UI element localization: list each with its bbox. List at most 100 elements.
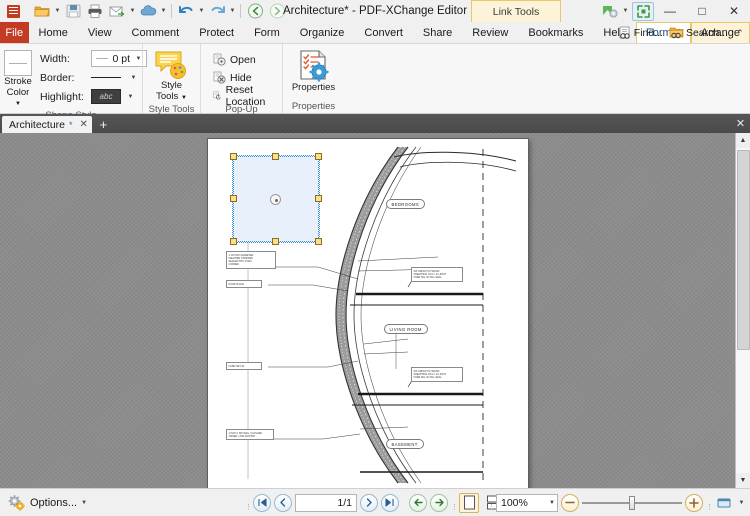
redo-icon[interactable] xyxy=(206,1,228,21)
ribbon-group-properties: Properties Properties xyxy=(282,44,344,113)
document-viewport[interactable]: BEDROOMS LIVING ROOM BASEMENT 1 1/2 INCH… xyxy=(0,133,750,488)
tab-form[interactable]: Form xyxy=(244,22,290,43)
collapse-ribbon-icon[interactable]: ⌃ xyxy=(732,28,748,39)
style-tools-label-line2: Tools ▼ xyxy=(156,91,187,102)
scrollbar-thumb[interactable] xyxy=(736,150,750,350)
gear-icon xyxy=(8,494,26,511)
email-dropdown-icon[interactable]: ▼ xyxy=(128,1,137,21)
border-label: Border: xyxy=(40,71,75,84)
toolbar-gripper-fit[interactable]: ⋮ xyxy=(706,495,713,511)
toolbar-gripper-zoom[interactable]: ⋮ xyxy=(488,495,495,511)
maximize-button[interactable]: □ xyxy=(686,0,718,22)
zoom-in-button[interactable] xyxy=(685,493,703,512)
single-page-layout-button[interactable] xyxy=(459,492,479,513)
close-document-button[interactable]: ✕ xyxy=(733,116,748,131)
zoom-slider[interactable] xyxy=(582,494,682,512)
resize-handle-sw[interactable] xyxy=(229,238,237,245)
properties-button[interactable]: Properties xyxy=(287,47,341,94)
scroll-up-icon[interactable]: ▲ xyxy=(735,133,750,148)
resize-handle-nw[interactable] xyxy=(229,153,237,160)
customize-toolbar-icon[interactable] xyxy=(599,1,621,21)
undo-icon[interactable] xyxy=(175,1,197,21)
options-button[interactable]: Options... ▼ xyxy=(4,494,91,511)
fit-page-button[interactable] xyxy=(714,493,734,513)
tab-comment[interactable]: Comment xyxy=(122,22,190,43)
cloud-icon[interactable] xyxy=(137,1,159,21)
redo-dropdown-icon[interactable]: ▼ xyxy=(228,1,237,21)
tab-view[interactable]: View xyxy=(78,22,122,43)
print-icon[interactable] xyxy=(84,1,106,21)
popup-open-button[interactable]: Open xyxy=(208,51,277,68)
resize-handle-n[interactable] xyxy=(271,153,279,160)
drawing-note-3: FORM SET 40 xyxy=(225,362,262,371)
search-button[interactable]: Search... xyxy=(667,26,730,40)
highlight-swatch[interactable]: abc xyxy=(91,89,121,104)
save-icon[interactable] xyxy=(62,1,84,21)
highlight-field-row: Highlight: abc ▼ xyxy=(40,88,147,105)
style-tools-button[interactable]: Style Tools ▼ xyxy=(146,47,197,104)
open-dropdown-icon[interactable]: ▼ xyxy=(53,1,62,21)
toolbar-gripper-nav[interactable]: ⋮ xyxy=(245,495,252,511)
stroke-color-button[interactable]: Stroke Color ▼ xyxy=(3,47,33,110)
app-logo-icon xyxy=(3,1,23,21)
room-label-living-room: LIVING ROOM xyxy=(383,324,428,334)
previous-page-button[interactable] xyxy=(274,493,292,512)
find-label: Find... xyxy=(633,27,663,39)
new-tab-button[interactable]: + xyxy=(95,117,112,132)
toolbar-gripper-layout[interactable]: ⋮ xyxy=(451,495,458,511)
email-icon[interactable] xyxy=(106,1,128,21)
find-button[interactable]: Find... xyxy=(616,26,665,40)
scroll-down-icon[interactable]: ▼ xyxy=(735,473,750,488)
undo-dropdown-icon[interactable]: ▼ xyxy=(197,1,206,21)
options-dropdown-icon[interactable]: ▼ xyxy=(81,500,87,506)
next-page-button[interactable] xyxy=(360,493,378,512)
zoom-slider-knob[interactable] xyxy=(629,495,635,510)
document-tab-close-icon[interactable]: ✕ xyxy=(80,119,88,130)
minimize-button[interactable]: — xyxy=(654,0,686,22)
tab-share[interactable]: Share xyxy=(413,22,462,43)
page-number-input[interactable]: 1/1 xyxy=(295,493,357,512)
tab-organize[interactable]: Organize xyxy=(290,22,355,43)
stroke-color-swatch[interactable] xyxy=(4,50,32,76)
selected-link-annotation[interactable] xyxy=(229,153,322,245)
resize-handle-ne[interactable] xyxy=(314,153,322,160)
cloud-dropdown-icon[interactable]: ▼ xyxy=(159,1,168,21)
search-label: Search... xyxy=(685,27,728,39)
resize-handle-w[interactable] xyxy=(229,195,237,202)
ribbon-group-style-tools: Style Tools ▼ Style Tools xyxy=(142,44,200,115)
last-page-button[interactable] xyxy=(381,493,399,512)
fullscreen-icon[interactable] xyxy=(632,1,654,21)
document-tab-architecture[interactable]: Architecture * ✕ xyxy=(2,116,92,133)
zoom-level-combo[interactable]: 100% ▼ xyxy=(496,493,558,512)
fit-dropdown-icon[interactable]: ▼ xyxy=(737,493,746,513)
back-icon[interactable] xyxy=(244,1,266,21)
tab-bookmarks[interactable]: Bookmarks xyxy=(518,22,593,43)
width-combo[interactable]: 0 pt ▼ xyxy=(91,50,147,67)
border-style-preview[interactable] xyxy=(91,77,121,78)
tab-file[interactable]: File xyxy=(0,22,29,43)
pdf-page[interactable]: BEDROOMS LIVING ROOM BASEMENT 1 1/2 INCH… xyxy=(207,139,528,488)
close-button[interactable]: ✕ xyxy=(718,0,750,22)
border-dropdown-icon[interactable]: ▼ xyxy=(128,75,139,81)
drawing-note-1: 1 1/2 INCH DIAMETER WEATHER STRIPPED SEA… xyxy=(225,251,276,269)
tab-protect[interactable]: Protect xyxy=(189,22,244,43)
open-icon[interactable] xyxy=(31,1,53,21)
customize-dropdown-icon[interactable]: ▼ xyxy=(621,1,630,21)
tab-convert[interactable]: Convert xyxy=(354,22,413,43)
ribbon-tab-bar: File Home View Comment Protect Form Orga… xyxy=(0,22,750,44)
navigate-back-button[interactable] xyxy=(409,493,427,512)
resize-handle-se[interactable] xyxy=(314,238,322,245)
vertical-scrollbar[interactable]: ▲ ▼ xyxy=(735,133,750,488)
tab-review[interactable]: Review xyxy=(462,22,518,43)
first-page-button[interactable] xyxy=(253,493,271,512)
forward-icon[interactable] xyxy=(266,1,288,21)
zoom-dropdown-icon[interactable]: ▼ xyxy=(549,500,555,506)
highlight-dropdown-icon[interactable]: ▼ xyxy=(125,94,136,100)
tab-home[interactable]: Home xyxy=(29,22,78,43)
zoom-out-button[interactable] xyxy=(561,493,579,512)
navigate-forward-button[interactable] xyxy=(430,493,448,512)
resize-handle-e[interactable] xyxy=(314,195,322,202)
resize-handle-s[interactable] xyxy=(271,238,279,245)
scrollbar-track[interactable] xyxy=(735,148,750,473)
popup-reset-location-button[interactable]: Reset Location xyxy=(208,84,277,108)
